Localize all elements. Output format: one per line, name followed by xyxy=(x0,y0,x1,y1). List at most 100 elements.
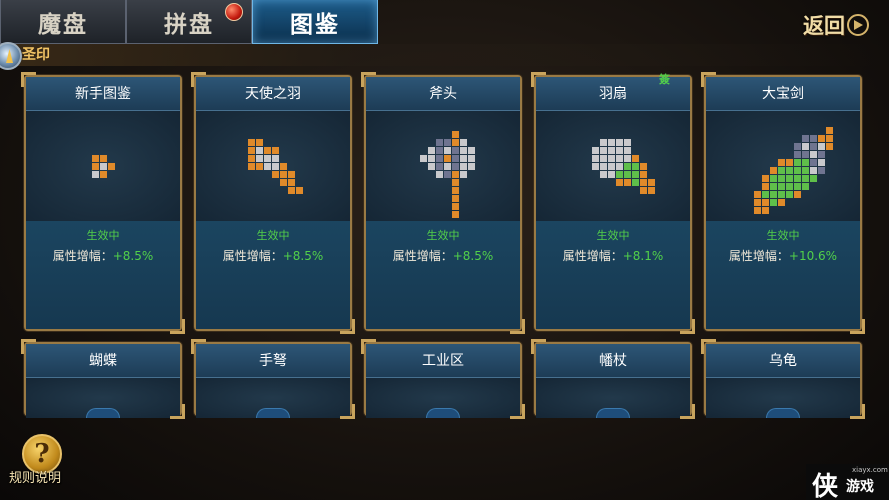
pixel-block xyxy=(264,147,271,154)
pixel-block xyxy=(460,147,467,154)
pixel-block xyxy=(428,155,435,162)
card-title: 大宝剑 xyxy=(706,77,860,111)
pixel-block xyxy=(802,143,809,150)
card-art xyxy=(536,111,690,221)
pixel-block xyxy=(762,183,769,190)
pixel-block xyxy=(778,167,785,174)
pixel-block xyxy=(436,139,443,146)
rules-label[interactable]: 规则说明 xyxy=(9,467,61,486)
pixel-block xyxy=(452,147,459,154)
pixel-block xyxy=(468,155,475,162)
pixel-block xyxy=(100,155,107,162)
pixel-block xyxy=(818,151,825,158)
pixel-block xyxy=(770,167,777,174)
pixel-block xyxy=(444,171,451,178)
pixel-block xyxy=(616,163,623,170)
pixel-block xyxy=(632,155,639,162)
pixel-block xyxy=(762,175,769,182)
pixel-block xyxy=(640,187,647,194)
pixel-art-hint-icon xyxy=(596,408,630,418)
status-badge: 生效中 xyxy=(86,229,120,242)
status-badge: 生效中 xyxy=(426,229,460,242)
card-info: 生效中 属性增幅：+8.5% xyxy=(366,221,520,329)
pixel-block xyxy=(452,211,459,218)
pixel-block xyxy=(452,163,459,170)
pixel-block xyxy=(632,179,639,186)
pixel-block xyxy=(452,195,459,202)
pixel-block xyxy=(248,163,255,170)
pixel-block xyxy=(770,199,777,206)
collection-grid: 新手图鉴 生效中 属性增幅：+8.5% 天使之羽 生效中 属性增幅：+8.5% … xyxy=(0,0,889,500)
pixel-block xyxy=(778,175,785,182)
pixel-block xyxy=(452,203,459,210)
collection-card[interactable]: 新手图鉴 生效中 属性增幅：+8.5% xyxy=(21,72,185,334)
pixel-block xyxy=(280,179,287,186)
pixel-block xyxy=(272,147,279,154)
pixel-block xyxy=(762,207,769,214)
pixel-block xyxy=(592,147,599,154)
pixel-block xyxy=(452,187,459,194)
pixel-block xyxy=(778,183,785,190)
collection-card[interactable]: 羽扇 生效中 属性增幅：+8.1% 簽 xyxy=(531,72,695,334)
card-title: 幡杖 xyxy=(536,344,690,378)
pixel-block xyxy=(826,127,833,134)
attribute-boost: 属性增幅：+10.6% xyxy=(706,247,860,264)
pixel-block xyxy=(616,155,623,162)
pixel-block xyxy=(468,163,475,170)
card-art xyxy=(366,111,520,221)
pixel-block xyxy=(288,187,295,194)
pixel-block xyxy=(444,155,451,162)
collection-card[interactable]: 工业区 xyxy=(361,339,525,419)
pixel-block xyxy=(92,155,99,162)
collection-card[interactable]: 幡杖 xyxy=(531,339,695,419)
pixel-block xyxy=(272,171,279,178)
pixel-block xyxy=(778,159,785,166)
pixel-block xyxy=(802,175,809,182)
status-badge: 生效中 xyxy=(596,229,630,242)
pixel-block xyxy=(802,151,809,158)
collection-card[interactable]: 手弩 xyxy=(191,339,355,419)
pixel-block xyxy=(818,143,825,150)
pixel-block xyxy=(624,179,631,186)
pixel-block xyxy=(616,171,623,178)
collection-card[interactable]: 蝴蝶 xyxy=(21,339,185,419)
pixel-block xyxy=(616,147,623,154)
pixel-block xyxy=(460,155,467,162)
pixel-block xyxy=(420,155,427,162)
watermark-logo: 侠 xyxy=(812,472,839,500)
pixel-block xyxy=(826,135,833,142)
attribute-value: +8.1% xyxy=(622,249,664,263)
card-info: 生效中 属性增幅：+8.1% xyxy=(536,221,690,329)
pixel-block xyxy=(288,179,295,186)
pixel-block xyxy=(444,147,451,154)
pixel-block xyxy=(762,199,769,206)
pixel-dot-icon xyxy=(92,155,115,178)
collection-card[interactable]: 乌龟 xyxy=(701,339,865,419)
collection-card[interactable]: 大宝剑 生效中 属性增幅：+10.6% xyxy=(701,72,865,334)
pixel-block xyxy=(624,139,631,146)
pixel-block xyxy=(600,147,607,154)
collection-card[interactable]: 斧头 生效中 属性增幅：+8.5% xyxy=(361,72,525,334)
pixel-block xyxy=(810,135,817,142)
pixel-block xyxy=(256,139,263,146)
pixel-block xyxy=(794,167,801,174)
attribute-value: +8.5% xyxy=(112,249,154,263)
pixel-block xyxy=(452,155,459,162)
pixel-art-hint-icon xyxy=(766,408,800,418)
pixel-block xyxy=(786,159,793,166)
pixel-block xyxy=(802,159,809,166)
attribute-label: 属性增幅： xyxy=(728,249,789,263)
pixel-block xyxy=(256,155,263,162)
pixel-block xyxy=(786,167,793,174)
pixel-axe-icon xyxy=(420,131,475,218)
pixel-art-hint-icon xyxy=(256,408,290,418)
pixel-wing-icon xyxy=(248,139,303,194)
pixel-block xyxy=(280,171,287,178)
card-title: 工业区 xyxy=(366,344,520,378)
collection-card[interactable]: 天使之羽 生效中 属性增幅：+8.5% xyxy=(191,72,355,334)
pixel-block xyxy=(810,151,817,158)
pixel-block xyxy=(786,175,793,182)
pixel-block xyxy=(624,163,631,170)
pixel-block xyxy=(444,139,451,146)
pixel-block xyxy=(810,167,817,174)
